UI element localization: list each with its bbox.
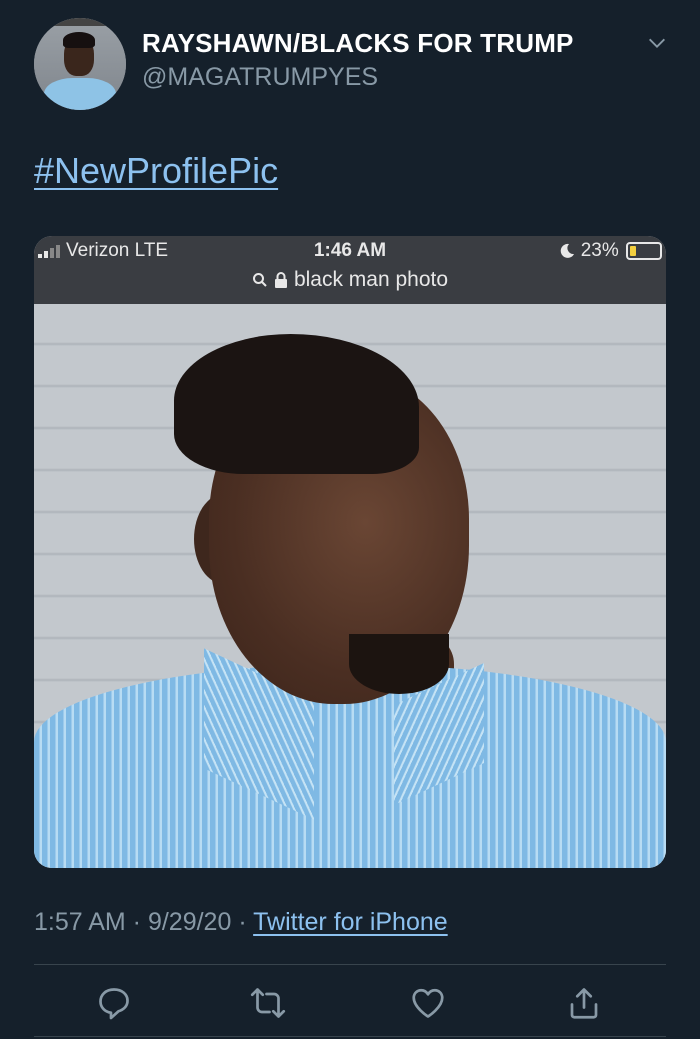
avatar-hair [63, 32, 95, 48]
photo-hair [174, 334, 419, 474]
action-bar [34, 965, 666, 1035]
hashtag-link[interactable]: #NewProfilePic [34, 150, 278, 191]
share-icon[interactable] [566, 985, 602, 1021]
portrait-photo [34, 304, 666, 868]
user-handle[interactable]: @MAGATRUMPYES [142, 63, 574, 92]
bottom-divider [34, 1036, 666, 1037]
reply-icon[interactable] [96, 985, 132, 1021]
battery-percent: 23% [580, 240, 619, 261]
lock-icon [274, 272, 287, 289]
meta-separator: · [231, 908, 254, 936]
retweet-icon[interactable] [250, 985, 286, 1021]
tweet-time: 1:57 AM [34, 908, 126, 936]
battery-indicator: 23% [559, 240, 662, 262]
tweet-header: RAYSHAWN/BLACKS FOR TRUMP @MAGATRUMPYES [34, 18, 674, 110]
like-icon[interactable] [410, 985, 446, 1021]
tweet-text: #NewProfilePic [34, 150, 278, 192]
avatar-shirt [44, 78, 116, 110]
tweet-media-image[interactable]: Verizon LTE 1:46 AM 23% black man photo [34, 236, 666, 868]
url-bar: black man photo [34, 268, 666, 292]
battery-level [630, 245, 636, 256]
meta-separator: · [125, 908, 148, 936]
url-text: black man photo [293, 268, 449, 291]
tweet-source-link[interactable]: Twitter for iPhone [253, 908, 448, 936]
avatar[interactable] [34, 18, 126, 110]
photo-beard [349, 634, 449, 694]
display-name[interactable]: RAYSHAWN/BLACKS FOR TRUMP [142, 28, 574, 59]
screenshot-status-bar: Verizon LTE 1:46 AM 23% black man photo [34, 236, 666, 304]
battery-icon [626, 241, 662, 260]
tweet-date: 9/29/20 [147, 908, 232, 936]
search-icon [252, 273, 267, 288]
author-names[interactable]: RAYSHAWN/BLACKS FOR TRUMP @MAGATRUMPYES [142, 28, 574, 92]
chevron-down-icon[interactable] [646, 32, 668, 54]
tweet-metadata: 1:57 AM · 9/29/20 · Twitter for iPhone [34, 908, 448, 937]
avatar-status-strip [54, 18, 106, 26]
moon-icon [561, 243, 575, 258]
